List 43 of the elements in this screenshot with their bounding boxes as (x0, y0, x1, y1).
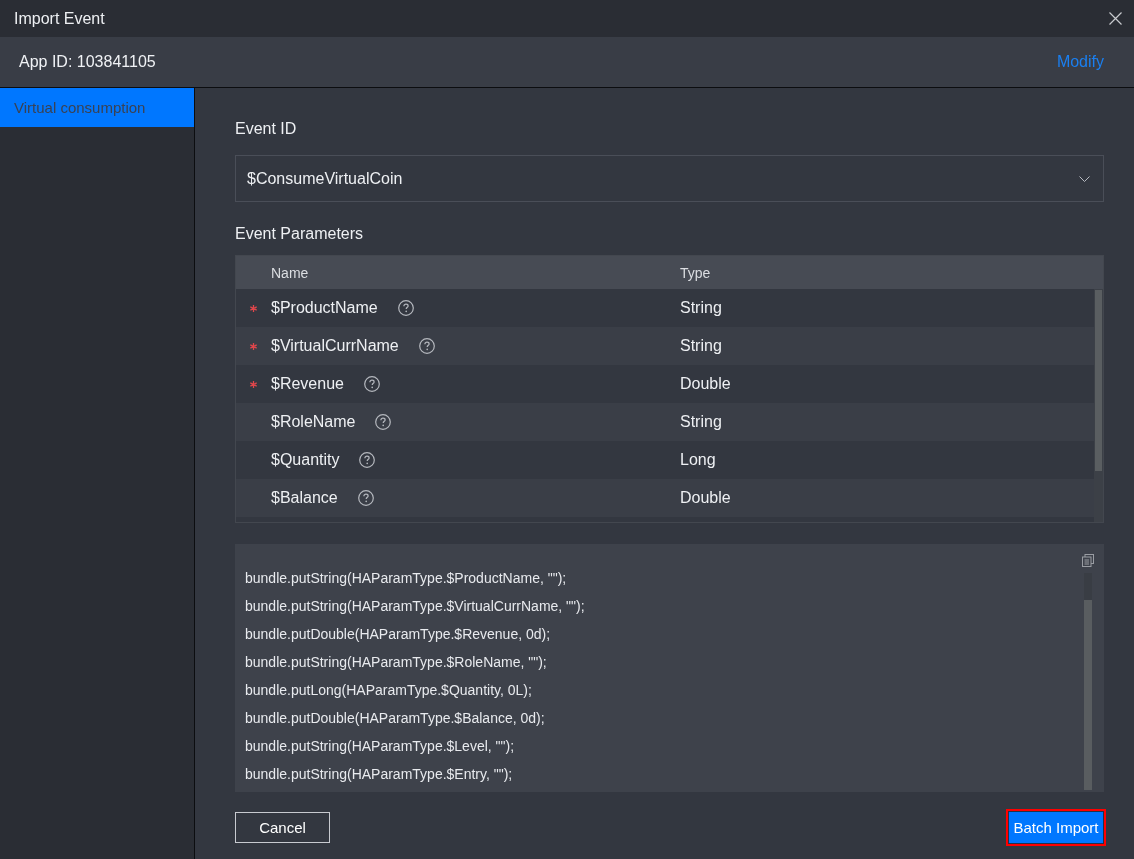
help-icon[interactable] (418, 338, 435, 354)
code-line: bundle.putString(HAParamType.$ProductName, ""); (245, 569, 567, 588)
scrollbar[interactable] (1084, 573, 1092, 790)
batch-import-button[interactable]: Batch Import (1006, 809, 1106, 846)
app-id-label: App ID: 103841105 (19, 53, 156, 71)
parameter-type: Double (680, 489, 731, 507)
code-line: bundle.putString(HAParamType.$Level, ""); (245, 737, 515, 756)
field-label: Event Parameters (235, 224, 364, 244)
parameter-name: $Revenue (271, 375, 344, 393)
parameter-name: $Balance (271, 489, 338, 507)
help-icon[interactable] (359, 452, 376, 468)
column-header: Type (680, 264, 711, 281)
close-button[interactable] (1109, 12, 1122, 25)
scrollbar[interactable] (1094, 289, 1103, 522)
code-line: bundle.putString(HAParamType.$VirtualCurrName, ""); (245, 597, 585, 616)
code-line: bundle.putString(HAParamType.$Entry, ""); (245, 765, 513, 784)
cancel-button[interactable]: Cancel (235, 812, 330, 843)
parameter-name: $Quantity (271, 451, 340, 469)
event-id-select[interactable]: $ConsumeVirtualCoin (235, 155, 1104, 202)
code-line: bundle.putLong(HAParamType.$Quantity, 0L); (245, 681, 532, 700)
code-line: bundle.putString(HAParamType.$RoleName, ""); (245, 653, 547, 672)
parameter-type: String (680, 299, 722, 317)
parameter-type: Long (680, 451, 716, 469)
copy-icon[interactable] (1082, 554, 1094, 567)
code-line: bundle.putDouble(HAParamType.$Balance, 0d); (245, 709, 545, 728)
parameter-type: String (680, 337, 722, 355)
help-icon[interactable] (397, 300, 414, 316)
close-icon (1109, 12, 1122, 25)
column-header: Name (271, 264, 309, 281)
help-icon[interactable] (357, 490, 374, 506)
parameter-type: String (680, 413, 722, 431)
window-title: Import Event (14, 9, 105, 28)
sidebar-item[interactable]: Virtual consumption (0, 88, 194, 127)
chevron-down-icon (1079, 175, 1090, 182)
parameter-name: $RoleName (271, 413, 356, 431)
field-label: Event ID (235, 119, 297, 139)
code-line: bundle.putDouble(HAParamType.$Revenue, 0d); (245, 625, 551, 644)
help-icon[interactable] (363, 376, 380, 392)
parameter-name: $VirtualCurrName (271, 337, 399, 355)
modify-link[interactable]: Modify (1056, 53, 1104, 71)
parameter-type: Double (680, 375, 731, 393)
parameter-name: $ProductName (271, 299, 378, 317)
help-icon[interactable] (375, 414, 392, 430)
